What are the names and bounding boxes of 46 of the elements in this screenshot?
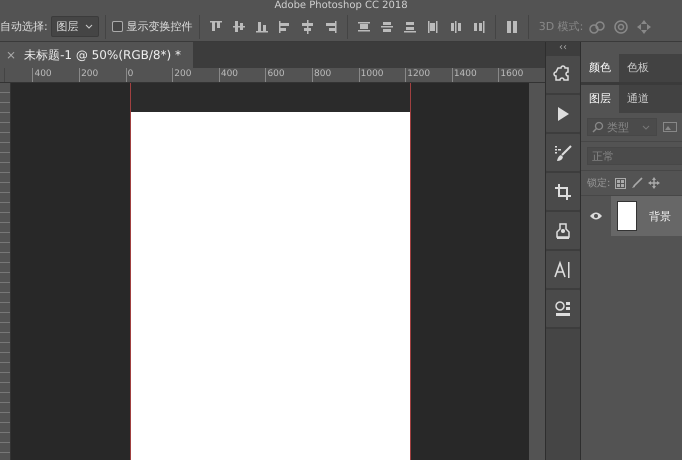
- panel-tab[interactable]: 通道: [619, 85, 657, 113]
- search-icon: [592, 121, 604, 133]
- layer-dropdown[interactable]: 图层: [50, 16, 99, 37]
- ruler-label: 200: [79, 68, 126, 82]
- tool-button[interactable]: [546, 173, 580, 210]
- tool-button[interactable]: [546, 134, 580, 171]
- auto-select-label: 自动选择:: [0, 19, 48, 34]
- close-button[interactable]: ×: [6, 48, 16, 62]
- align-icon[interactable]: [230, 18, 247, 34]
- align-icon[interactable]: [300, 18, 316, 34]
- layer-name: 背景: [649, 208, 671, 224]
- pan-icon[interactable]: [636, 18, 652, 34]
- layer-thumbnail: [617, 201, 637, 231]
- panel-tab[interactable]: 色板: [619, 54, 657, 82]
- document-title: 未标题-1 @ 50%(RGB/8*) *: [24, 46, 182, 64]
- tool-button[interactable]: [546, 95, 580, 132]
- filter-input[interactable]: 类型: [607, 120, 639, 134]
- brush-icon[interactable]: [631, 177, 644, 189]
- caret-icon: [642, 124, 650, 130]
- panel-tab[interactable]: 图层: [581, 85, 619, 113]
- ruler-label: 400: [218, 68, 266, 82]
- image-filter-icon[interactable]: [663, 122, 677, 132]
- checkbox[interactable]: [112, 21, 123, 32]
- move-icon[interactable]: [648, 177, 660, 189]
- tool-button[interactable]: [546, 251, 580, 288]
- ruler-label: 1000: [358, 68, 406, 82]
- ruler-label: 800: [312, 68, 359, 82]
- ruler-label: 200: [172, 68, 219, 82]
- ruler-label: 600: [265, 68, 312, 82]
- panel-tab[interactable]: 颜色: [581, 54, 619, 82]
- document-tab[interactable]: × 未标题-1 @ 50%(RGB/8*) *: [0, 42, 194, 68]
- ruler-label: 1200: [405, 68, 452, 82]
- eye-icon[interactable]: [589, 211, 603, 221]
- ruler-label: 1400: [452, 68, 498, 82]
- lock-transparent-icon[interactable]: [615, 178, 626, 188]
- collapse-button[interactable]: ‹‹: [559, 42, 567, 54]
- filter-dropdown[interactable]: 类型: [587, 118, 657, 136]
- caret-icon: [84, 24, 93, 29]
- show-transform-label: 显示变换控件: [126, 19, 193, 34]
- tool-button[interactable]: [546, 56, 580, 93]
- ruler-label: 0: [126, 68, 172, 82]
- ruler-label: 400: [32, 68, 80, 82]
- window-title: Adobe Photoshop CC 2018: [274, 0, 408, 12]
- lock-label: 锁定:: [587, 176, 610, 190]
- tool-button[interactable]: [546, 290, 580, 327]
- tool-button[interactable]: [546, 212, 580, 249]
